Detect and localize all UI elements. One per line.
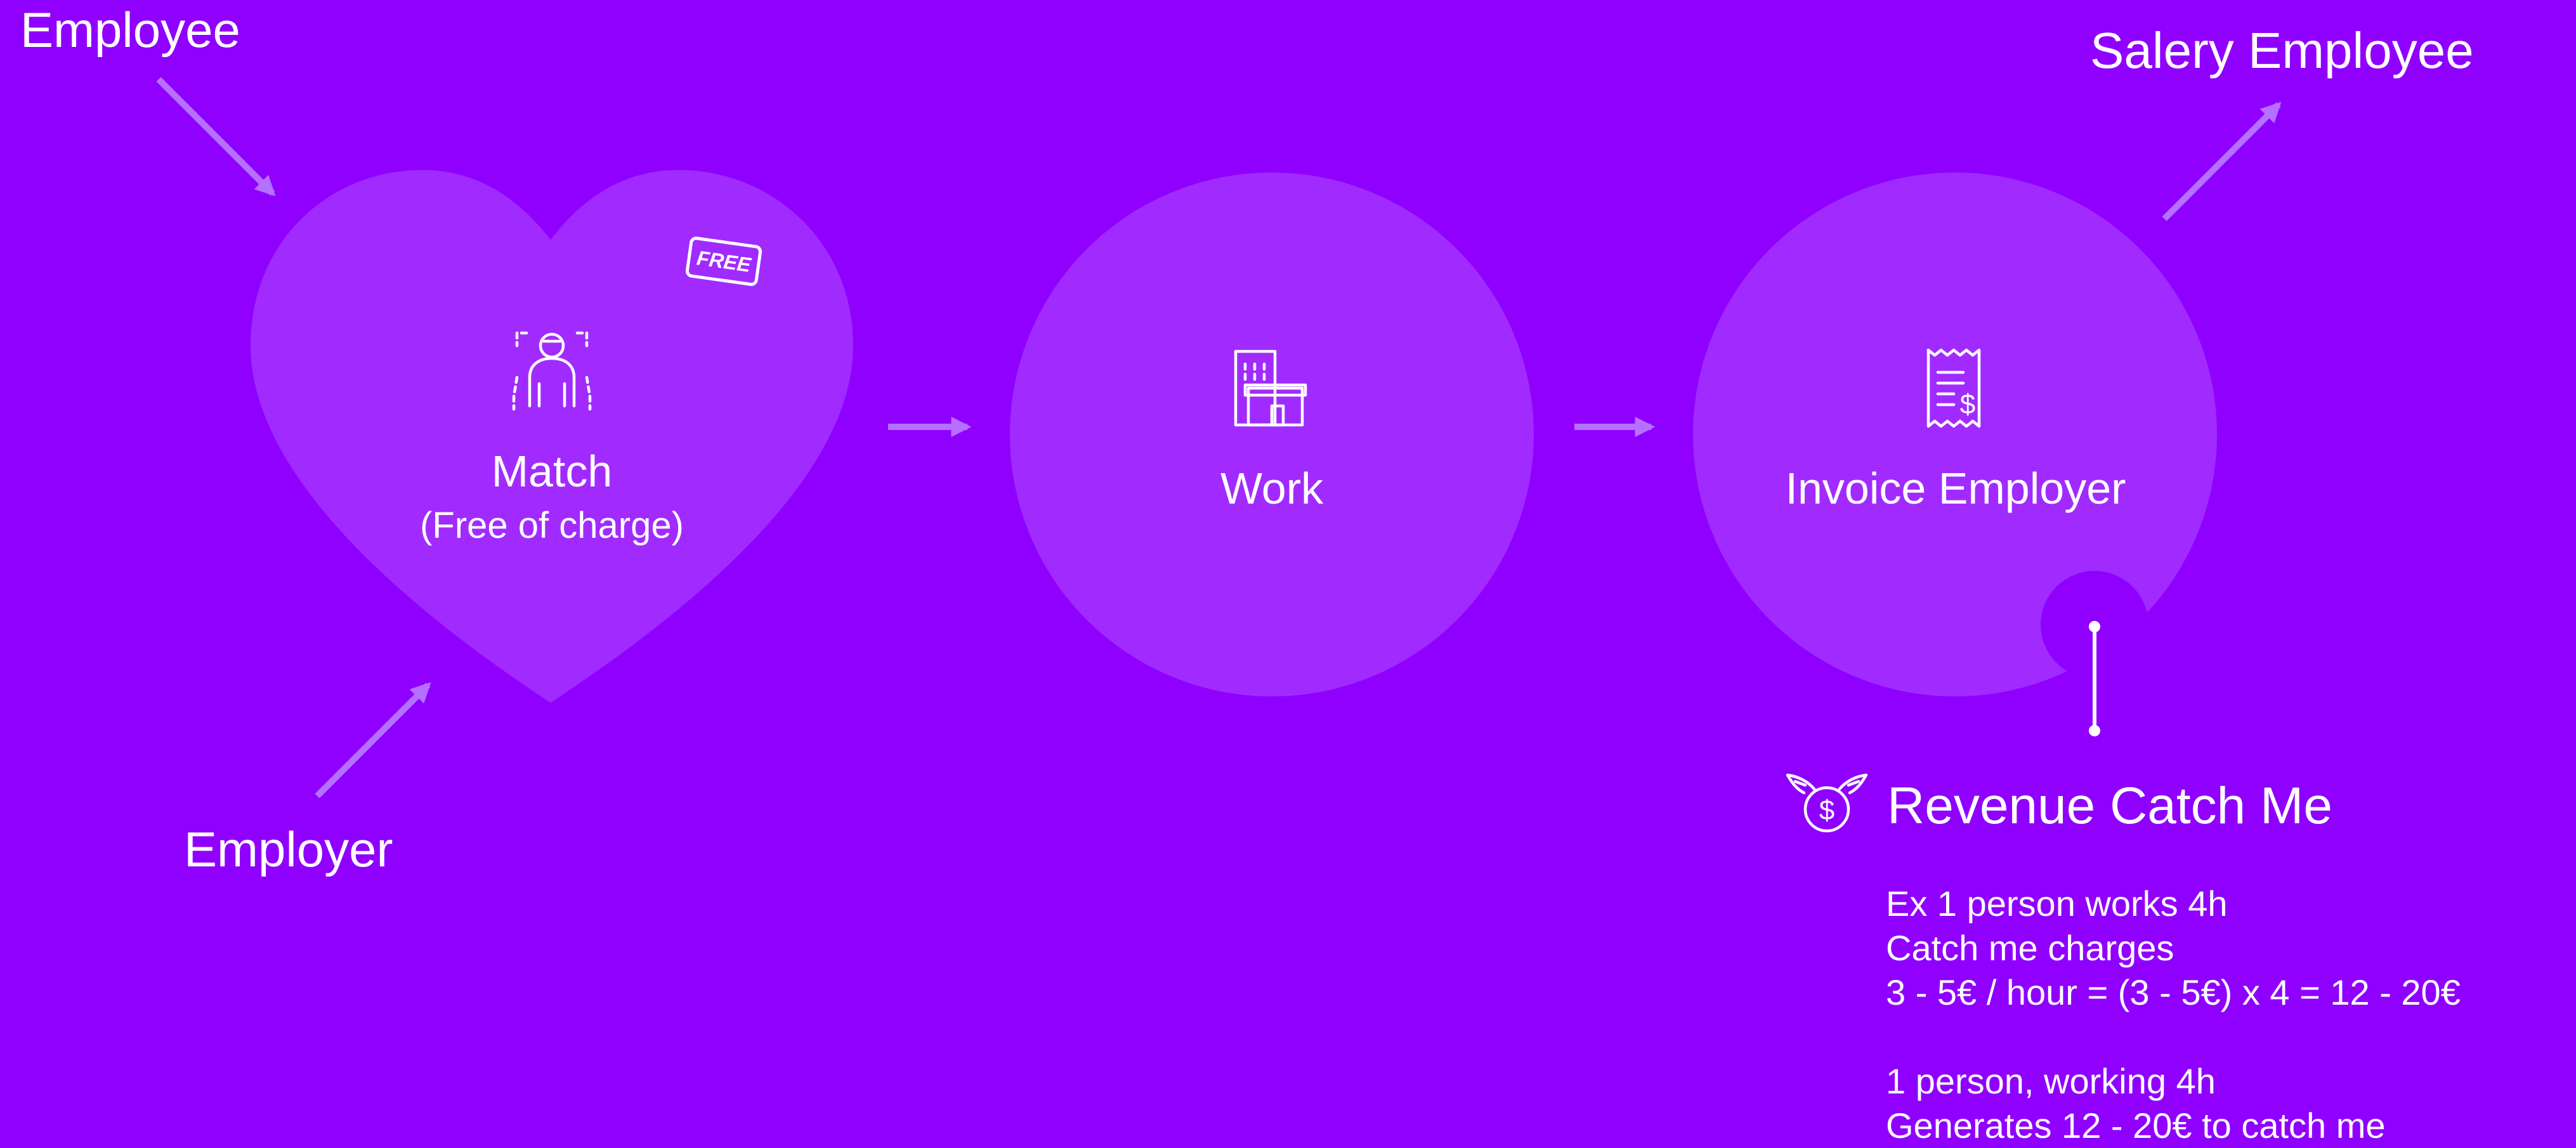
match-title: Match: [491, 447, 613, 496]
winged-coin-icon: $: [1786, 773, 1868, 833]
arrow-employee-to-match: [156, 77, 276, 197]
invoice-title: Invoice Employer: [1785, 464, 2126, 513]
revenue-line: Catch me charges: [1886, 928, 2174, 968]
revenue-line: Generates 12 - 20€ to catch me: [1886, 1106, 2386, 1145]
svg-text:$: $: [1819, 795, 1834, 826]
match-subtitle: (Free of charge): [420, 505, 684, 546]
svg-text:$: $: [1960, 389, 1975, 420]
arrow-invoice-to-salary: [2162, 101, 2282, 221]
salary-employee-label: Salery Employee: [2090, 22, 2474, 79]
arrow-employer-to-match: [315, 682, 431, 799]
revenue-title: Revenue Catch Me: [1887, 777, 2332, 835]
revenue-line: Ex 1 person works 4h: [1886, 884, 2228, 923]
revenue-description: Ex 1 person works 4h Catch me charges 3 …: [1886, 882, 2461, 1148]
revenue-line: 3 - 5€ / hour = (3 - 5€) x 4 = 12 - 20€: [1886, 972, 2461, 1012]
work-title: Work: [1220, 464, 1324, 513]
revenue-line: 1 person, working 4h: [1886, 1061, 2216, 1101]
revenue-line: [1886, 1015, 2461, 1059]
flow-diagram: FREE $ $ Employee Employer Salery Employ…: [0, 0, 2576, 1145]
work-circle: [1010, 173, 1534, 696]
employee-label: Employee: [20, 2, 240, 58]
match-heart-shape: [251, 170, 853, 703]
employer-label: Employer: [184, 821, 393, 877]
